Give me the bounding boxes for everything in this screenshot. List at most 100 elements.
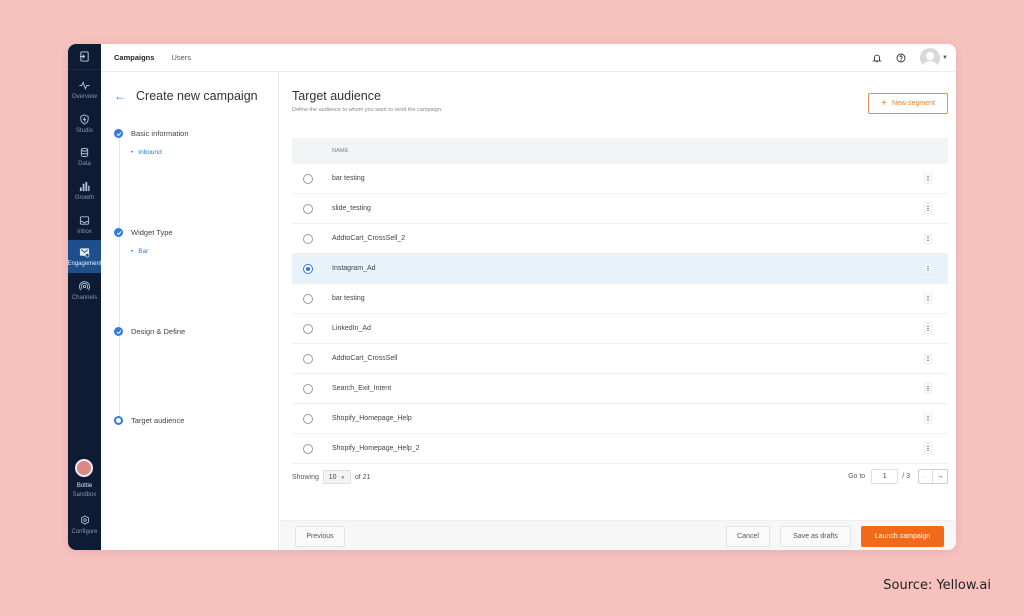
exit-icon bbox=[79, 51, 89, 62]
bot-avatar[interactable] bbox=[75, 459, 93, 477]
engagement-icon bbox=[79, 246, 91, 258]
rail-label: Overview bbox=[71, 94, 97, 100]
column-header-name[interactable]: NAME bbox=[332, 148, 349, 154]
more-options-icon[interactable] bbox=[924, 233, 932, 244]
more-options-icon[interactable] bbox=[924, 293, 932, 304]
cancel-button[interactable]: Cancel bbox=[726, 526, 770, 547]
page-nav: ← → bbox=[918, 469, 948, 484]
new-segment-button[interactable]: + New segment bbox=[868, 93, 948, 114]
user-avatar[interactable] bbox=[920, 48, 941, 68]
prev-page-button[interactable]: ← bbox=[919, 470, 933, 483]
table-row[interactable]: Shopify_Homepage_Help bbox=[292, 404, 948, 434]
goto-page-input[interactable]: 1 bbox=[871, 469, 899, 484]
help-icon[interactable] bbox=[896, 53, 906, 63]
row-radio[interactable] bbox=[303, 354, 313, 364]
showing-label: Showing bbox=[292, 473, 319, 481]
current-step-icon bbox=[114, 416, 123, 425]
table-row[interactable]: Search_Exit_Intent bbox=[292, 374, 948, 404]
tab-users[interactable]: Users bbox=[171, 53, 191, 62]
segment-name: LinkedIn_Ad bbox=[332, 325, 371, 332]
more-options-icon[interactable] bbox=[924, 173, 932, 184]
row-radio[interactable] bbox=[303, 294, 313, 304]
check-icon bbox=[114, 228, 123, 237]
steps-panel: ← Create new campaign Basic information … bbox=[101, 72, 279, 550]
chevron-down-icon[interactable]: ▼ bbox=[942, 55, 948, 61]
back-arrow-icon[interactable]: ← bbox=[114, 89, 126, 103]
inbox-icon bbox=[79, 214, 91, 226]
row-radio[interactable] bbox=[303, 414, 313, 424]
activity-icon bbox=[79, 79, 91, 91]
top-icons: ▼ bbox=[872, 44, 948, 72]
rail-label: Inbox bbox=[77, 229, 92, 235]
table-row[interactable]: slide_testing bbox=[292, 194, 948, 224]
segment-name: AddtoCart_CrossSell bbox=[332, 355, 398, 362]
footer-bar: Previous Cancel Save as drafts Launch ca… bbox=[280, 520, 956, 550]
row-radio[interactable] bbox=[303, 234, 313, 244]
left-rail: Overview Studio Data Growth Inbox Engage… bbox=[68, 44, 102, 550]
bot-name: Bottie bbox=[76, 483, 93, 489]
segment-name: slide_testing bbox=[332, 205, 371, 212]
segment-name: bar testing bbox=[332, 175, 365, 182]
rail-item-configure[interactable]: Configure bbox=[68, 508, 101, 541]
rail-label: Channels bbox=[71, 295, 98, 301]
segment-name: Search_Exit_Intent bbox=[332, 385, 392, 392]
step-label: Widget Type bbox=[131, 228, 173, 237]
total-pages-label: / 3 bbox=[902, 473, 910, 480]
table-row[interactable]: AddtoCart_CrossSell_2 bbox=[292, 224, 948, 254]
rail-item-growth[interactable]: Growth bbox=[68, 174, 101, 207]
logout-button[interactable] bbox=[68, 44, 101, 70]
table-row[interactable]: bar testing bbox=[292, 284, 948, 314]
more-options-icon[interactable] bbox=[924, 383, 932, 394]
more-options-icon[interactable] bbox=[924, 323, 932, 334]
more-options-icon[interactable] bbox=[924, 443, 932, 454]
plus-icon: + bbox=[881, 97, 888, 109]
goto-label: Go to bbox=[848, 473, 866, 480]
rail-item-studio[interactable]: Studio bbox=[68, 107, 101, 140]
more-options-icon[interactable] bbox=[924, 203, 932, 214]
panel-title: Create new campaign bbox=[136, 89, 258, 103]
segment-name: Shopify_Homepage_Help bbox=[332, 415, 412, 422]
step-sub-item[interactable]: Bar bbox=[131, 248, 148, 255]
rail-item-overview[interactable]: Overview bbox=[68, 73, 101, 106]
row-radio[interactable] bbox=[303, 174, 313, 184]
rail-item-engagement[interactable]: Engagement bbox=[68, 240, 102, 273]
rail-item-channels[interactable]: Channels bbox=[68, 274, 101, 307]
pagination: Go to 1 / 3 ← → bbox=[848, 469, 948, 484]
row-radio[interactable] bbox=[303, 384, 313, 394]
rail-label: Data bbox=[78, 161, 91, 167]
rail-item-data[interactable]: Data bbox=[68, 140, 101, 173]
row-radio[interactable] bbox=[303, 324, 313, 334]
more-options-icon[interactable] bbox=[924, 353, 932, 364]
shield-icon bbox=[79, 113, 91, 125]
next-page-button[interactable]: → bbox=[933, 470, 947, 483]
row-radio[interactable] bbox=[303, 264, 313, 274]
segment-name: bar testing bbox=[332, 295, 365, 302]
gear-icon bbox=[79, 514, 91, 526]
previous-button[interactable]: Previous bbox=[295, 526, 345, 547]
table-row[interactable]: Instagram_Ad bbox=[292, 254, 948, 284]
row-radio[interactable] bbox=[303, 444, 313, 454]
bar-chart-icon bbox=[79, 180, 91, 192]
broadcast-icon bbox=[79, 280, 91, 292]
rail-label: Growth bbox=[74, 195, 95, 201]
check-icon bbox=[114, 129, 123, 138]
rail-label: Studio bbox=[75, 128, 93, 134]
tab-campaigns[interactable]: Campaigns bbox=[114, 53, 154, 62]
more-options-icon[interactable] bbox=[924, 413, 932, 424]
row-radio[interactable] bbox=[303, 204, 313, 214]
launch-campaign-button[interactable]: Launch campaign bbox=[861, 526, 944, 547]
segment-name: AddtoCart_CrossSell_2 bbox=[332, 235, 406, 242]
database-icon bbox=[79, 146, 91, 158]
table-row[interactable]: bar testing bbox=[292, 164, 948, 194]
page-size-select[interactable]: 10 ▼ bbox=[322, 470, 351, 484]
rail-item-inbox[interactable]: Inbox bbox=[68, 208, 101, 241]
table-row[interactable]: AddtoCart_CrossSell bbox=[292, 344, 948, 374]
step-sub-item[interactable]: Inbound bbox=[131, 149, 162, 156]
more-options-icon[interactable] bbox=[924, 263, 932, 274]
save-drafts-button[interactable]: Save as drafts bbox=[780, 526, 851, 547]
table-row[interactable]: Shopify_Homepage_Help_2 bbox=[292, 434, 948, 464]
table-row[interactable]: LinkedIn_Ad bbox=[292, 314, 948, 344]
top-bar: Campaigns Users ▼ bbox=[101, 44, 956, 72]
bell-icon[interactable] bbox=[872, 53, 882, 63]
page-size-value: 10 bbox=[328, 473, 337, 481]
